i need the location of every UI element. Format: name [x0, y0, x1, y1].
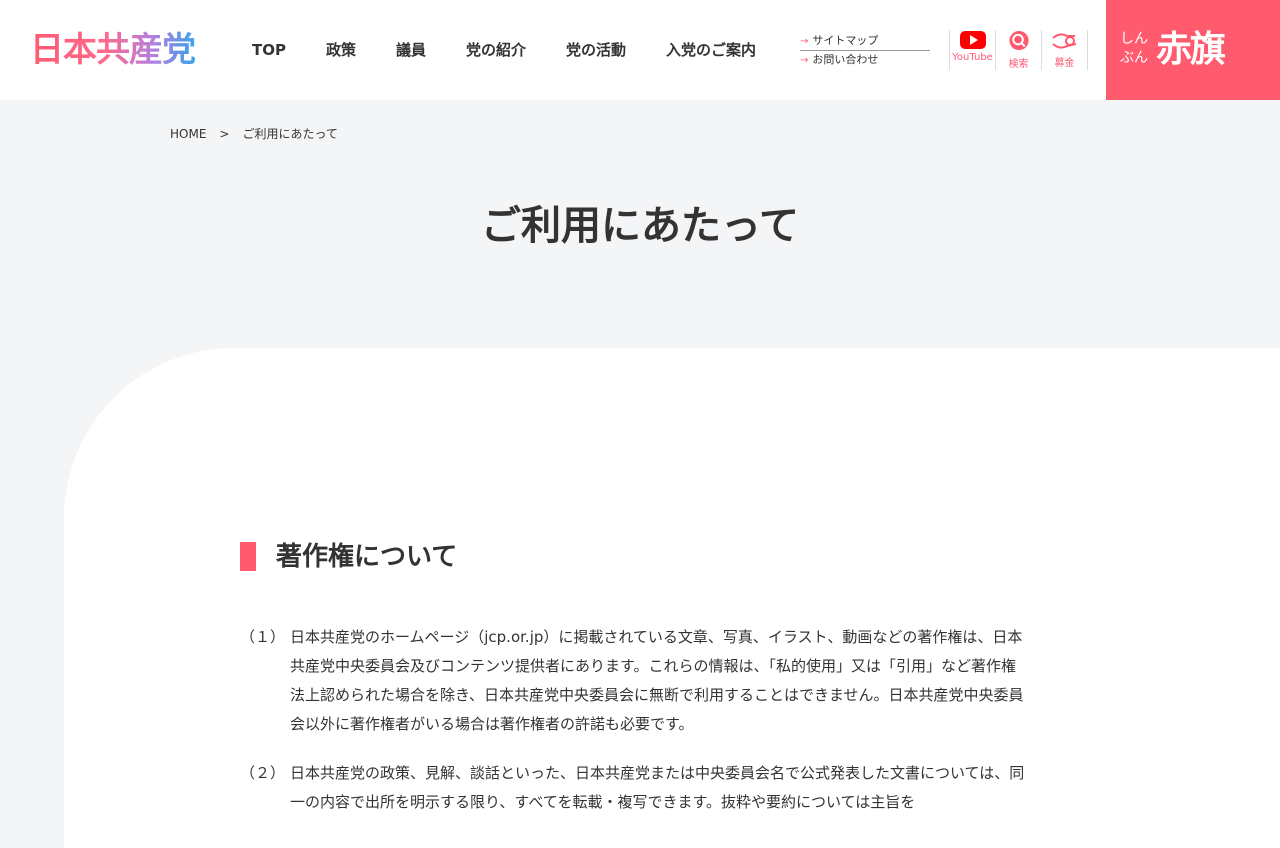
global-nav: TOP 政策 議員 党の紹介 党の活動 入党のご案内: [232, 38, 776, 62]
list-item: （１） 日本共産党のホームページ（jcp.or.jp）に掲載されている文章、写真…: [240, 623, 1030, 739]
youtube-icon: [959, 31, 986, 49]
list-item: （２） 日本共産党の政策、見解、談話といった、日本共産党または中央委員会名で公式…: [240, 759, 1030, 817]
item-number: （１）: [240, 628, 286, 646]
arrow-right-icon: →: [800, 55, 809, 66]
sub-nav: → サイトマップ → お問い合わせ: [800, 32, 930, 69]
item-number: （２）: [240, 764, 286, 782]
header-icons: YouTube 検索 募金: [949, 30, 1088, 70]
page-title: ご利用にあたって: [481, 203, 799, 249]
sitemap-link[interactable]: → サイトマップ: [800, 32, 930, 51]
search-icon: [1008, 30, 1029, 51]
breadcrumb-current: ご利用にあたって: [242, 127, 338, 141]
akahata-title: 赤旗: [1156, 28, 1226, 70]
nav-join[interactable]: 入党のご案内: [646, 38, 776, 62]
nav-top[interactable]: TOP: [232, 38, 306, 62]
breadcrumb-home[interactable]: HOME: [170, 127, 206, 141]
section-heading: 著作権について: [240, 540, 457, 574]
item-text: 日本共産党のホームページ（jcp.or.jp）に掲載されている文章、写真、イラス…: [290, 628, 1024, 733]
nav-about[interactable]: 党の紹介: [446, 38, 546, 62]
site-header: 日本共産党 TOP 政策 議員 党の紹介 党の活動 入党のご案内 → サイトマップ…: [0, 0, 1280, 100]
nav-policy[interactable]: 政策: [306, 38, 376, 62]
search-link[interactable]: 検索: [995, 30, 1041, 70]
donation-icon: [1051, 33, 1076, 49]
terms-list: （１） 日本共産党のホームページ（jcp.or.jp）に掲載されている文章、写真…: [240, 623, 1030, 837]
arrow-right-icon: →: [800, 36, 809, 47]
arrow-right-icon: [1, 2, 24, 22]
nav-activities[interactable]: 党の活動: [546, 38, 646, 62]
akahata-small-label: しんぶん: [1120, 31, 1148, 66]
youtube-link[interactable]: YouTube: [949, 30, 995, 70]
breadcrumb-separator: >: [219, 127, 230, 141]
donation-link[interactable]: 募金: [1041, 30, 1088, 70]
site-logo[interactable]: 日本共産党: [30, 30, 196, 70]
breadcrumb: HOME > ご利用にあたって: [170, 126, 338, 142]
contact-link[interactable]: → お問い合わせ: [800, 51, 930, 69]
item-text: 日本共産党の政策、見解、談話といった、日本共産党または中央委員会名で公式発表した…: [290, 764, 1025, 811]
akahata-banner[interactable]: しんぶん 赤旗: [1106, 0, 1280, 100]
heading-marker: [240, 542, 256, 571]
nav-members[interactable]: 議員: [376, 38, 446, 62]
